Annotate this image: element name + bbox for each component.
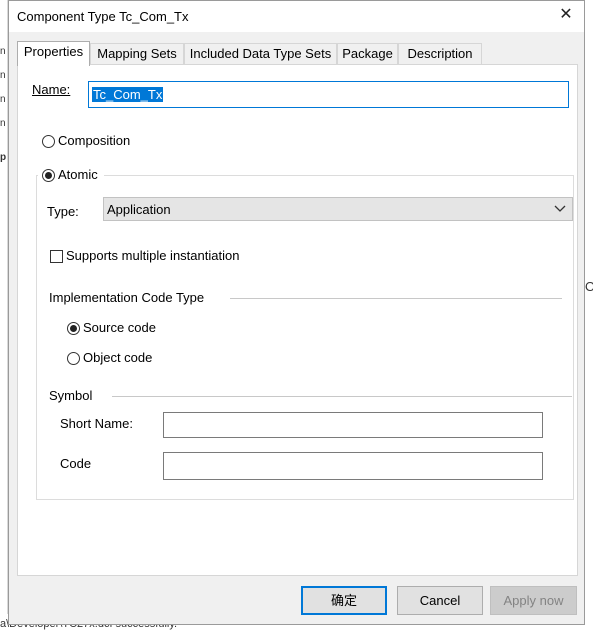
source-code-radio[interactable] (67, 322, 80, 335)
background-app-right-edge: Ob (585, 0, 593, 631)
ok-button[interactable]: 确定 (301, 586, 387, 615)
tab-description[interactable]: Description (398, 43, 482, 65)
section-divider (230, 298, 562, 299)
implementation-code-type-label: Implementation Code Type (49, 290, 205, 305)
symbol-label: Symbol (49, 388, 93, 403)
dialog-titlebar[interactable]: Component Type Tc_Com_Tx ✕ (9, 1, 584, 32)
component-type-dialog: Component Type Tc_Com_Tx ✕ Properties Ma… (8, 0, 585, 625)
short-name-label: Short Name: (60, 416, 133, 431)
cancel-button[interactable]: Cancel (397, 586, 483, 615)
background-app-left-edge: n n n n p (0, 0, 8, 631)
background-text-fragment: n (0, 46, 6, 57)
background-text-fragment: p (0, 152, 7, 163)
type-select-value: Application (107, 202, 171, 217)
background-text-fragment: n (0, 94, 6, 105)
chevron-down-icon (554, 205, 566, 212)
background-text-fragment: n (0, 70, 6, 81)
tab-included-data-type-sets[interactable]: Included Data Type Sets (184, 43, 337, 65)
composition-radio[interactable] (42, 135, 55, 148)
type-label: Type: (47, 204, 79, 219)
code-input[interactable] (163, 452, 543, 480)
name-input-value: Tc_Com_Tx (92, 87, 164, 102)
supports-multiple-checkbox[interactable] (50, 250, 63, 263)
name-input[interactable]: Tc_Com_Tx (88, 81, 569, 108)
dialog-title: Component Type Tc_Com_Tx (17, 9, 189, 24)
atomic-radio[interactable] (42, 169, 55, 182)
object-code-label[interactable]: Object code (83, 350, 152, 365)
section-divider (112, 396, 572, 397)
atomic-label[interactable]: Atomic (58, 167, 98, 182)
code-label: Code (60, 456, 92, 471)
supports-multiple-label[interactable]: Supports multiple instantiation (66, 248, 239, 263)
source-code-label[interactable]: Source code (83, 320, 156, 335)
tab-properties[interactable]: Properties (17, 41, 90, 66)
tab-mapping-sets[interactable]: Mapping Sets (90, 43, 184, 65)
close-icon[interactable]: ✕ (556, 5, 576, 25)
object-code-radio[interactable] (67, 352, 80, 365)
type-select[interactable]: Application (103, 197, 573, 221)
properties-panel: Name: Tc_Com_Tx Composition Atomic Type:… (17, 64, 578, 576)
tab-package[interactable]: Package (337, 43, 398, 65)
composition-label[interactable]: Composition (58, 133, 130, 148)
apply-now-button[interactable]: Apply now (490, 586, 577, 615)
short-name-input[interactable] (163, 412, 543, 438)
background-text-fragment: Ob (585, 279, 593, 294)
background-text-fragment: n (0, 118, 6, 129)
name-label: Name: (32, 82, 71, 97)
